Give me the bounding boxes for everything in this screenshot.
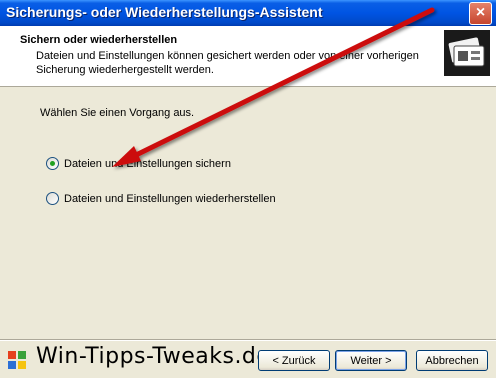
prompt-text: Wählen Sie einen Vorgang aus. (40, 107, 195, 119)
backup-wizard-icon (444, 30, 490, 76)
header-title: Sichern oder wiederherstellen (20, 34, 178, 46)
wizard-content: Wählen Sie einen Vorgang aus. Dateien un… (0, 87, 496, 339)
header-subtitle: Dateien und Einstellungen können gesiche… (36, 50, 419, 76)
option-backup[interactable]: Dateien und Einstellungen sichern (46, 157, 231, 170)
wizard-footer: Win-Tipps-Tweaks.de < Zurück Weiter > Ab… (0, 341, 496, 378)
window-title: Sicherungs- oder Wiederherstellungs-Assi… (6, 4, 323, 20)
wizard-header: Sichern oder wiederherstellen Dateien un… (0, 26, 496, 87)
close-button[interactable]: × (469, 2, 492, 25)
radio-restore[interactable] (46, 192, 59, 205)
next-button[interactable]: Weiter > (335, 350, 407, 371)
option-restore-label: Dateien und Einstellungen wiederherstell… (64, 192, 276, 205)
cancel-button[interactable]: Abbrechen (416, 350, 488, 371)
option-restore[interactable]: Dateien und Einstellungen wiederherstell… (46, 192, 276, 205)
back-button[interactable]: < Zurück (258, 350, 330, 371)
brand-watermark: Win-Tipps-Tweaks.de (36, 344, 271, 369)
windows-logo-icon (8, 351, 26, 369)
radio-backup[interactable] (46, 157, 59, 170)
title-bar[interactable]: Sicherungs- oder Wiederherstellungs-Assi… (0, 0, 496, 26)
option-backup-label: Dateien und Einstellungen sichern (64, 157, 231, 170)
